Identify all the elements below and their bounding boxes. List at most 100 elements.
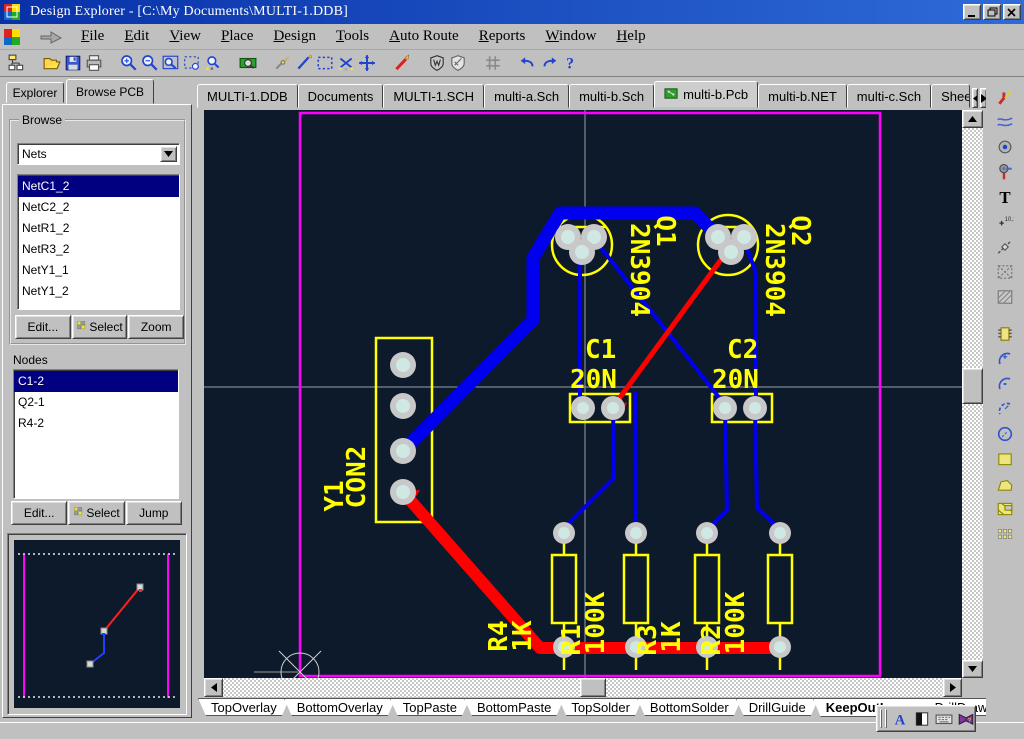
undo-icon[interactable] [517, 53, 538, 74]
pad[interactable] [625, 522, 647, 544]
label-c1-value[interactable]: 20N [570, 365, 617, 395]
node-item-R4-2[interactable]: R4-2 [14, 413, 178, 434]
menu-place[interactable]: Place [211, 26, 263, 47]
coordinate-icon[interactable]: 10,10 [992, 209, 1018, 234]
layer-tab-drillguide[interactable]: DrillGuide [736, 698, 819, 716]
label-c1-ref[interactable]: C1 [585, 335, 616, 365]
node-jump-button[interactable]: Jump [126, 501, 182, 525]
menu-view[interactable]: View [159, 26, 211, 47]
circle-icon[interactable] [992, 421, 1018, 446]
scroll-up-button[interactable] [962, 110, 983, 128]
doc-tab-multi-1.sch[interactable]: MULTI-1.SCH [383, 84, 484, 108]
label-r4-value[interactable]: 1K [508, 620, 538, 652]
doc-tab-documents[interactable]: Documents [298, 84, 384, 108]
doc-tab-multi-b.net[interactable]: multi-b.NET [758, 84, 847, 108]
toolbar-grip[interactable] [885, 709, 887, 728]
print-icon[interactable] [83, 53, 104, 74]
pad[interactable] [390, 438, 416, 464]
pad[interactable] [718, 239, 744, 265]
pad[interactable] [713, 396, 737, 420]
tab-explorer[interactable]: Explorer [6, 82, 64, 103]
doc-tab-multi-1.ddb[interactable]: MULTI-1.DDB [197, 84, 298, 108]
layer-tab-bottomoverlay[interactable]: BottomOverlay [284, 698, 396, 716]
menu-tools[interactable]: Tools [326, 26, 379, 47]
nets-listbox[interactable]: NetC1_2NetC2_2NetR1_2NetR3_2NetY1_1NetY1… [17, 174, 180, 310]
zoom-area-icon[interactable] [181, 53, 202, 74]
navigate-arrow-icon[interactable] [39, 30, 63, 44]
menu-design[interactable]: Design [263, 26, 326, 47]
highlight-pen-icon[interactable] [391, 53, 412, 74]
vertical-scrollbar[interactable] [962, 110, 983, 678]
close-button[interactable] [1003, 4, 1021, 20]
title-bar[interactable]: Design Explorer - [C:\My Documents\MULTI… [0, 0, 1024, 24]
pad[interactable] [390, 393, 416, 419]
pad[interactable] [769, 636, 791, 658]
zoom-in-icon[interactable] [118, 53, 139, 74]
browse-mode-select[interactable]: Nets [17, 143, 180, 165]
via-icon[interactable] [992, 159, 1018, 184]
line-tool-icon[interactable] [293, 53, 314, 74]
label-c2-value[interactable]: 20N [712, 365, 759, 395]
zoom-out-icon[interactable] [139, 53, 160, 74]
doc-tab-multi-b.pcb[interactable]: multi-b.Pcb [654, 81, 758, 108]
net-preview[interactable] [14, 540, 180, 708]
net-edit-button[interactable]: Edit... [15, 315, 71, 339]
label-r1-value[interactable]: 100K [581, 591, 611, 654]
layer-tab-topoverlay[interactable]: TopOverlay [198, 698, 290, 716]
array-icon[interactable] [992, 521, 1018, 546]
pcb-canvas[interactable]: Q1 2N3904 Q2 2N3904 C1 20N C2 20N Y1 CON… [204, 110, 964, 678]
keyboard-icon[interactable] [934, 709, 954, 729]
net-item-NetC2_2[interactable]: NetC2_2 [18, 197, 179, 218]
multitrack-icon[interactable] [992, 109, 1018, 134]
menu-reports[interactable]: Reports [469, 26, 536, 47]
menu-file[interactable]: File [71, 26, 114, 47]
label-r2-value[interactable]: 100K [721, 591, 751, 654]
open-folder-icon[interactable] [41, 53, 62, 74]
nodes-listbox[interactable]: C1-2Q2-1R4-2 [13, 369, 179, 499]
doc-tab-multi-b.sch[interactable]: multi-b.Sch [569, 84, 654, 108]
layer-tab-bottomsolder[interactable]: BottomSolder [637, 698, 742, 716]
hatch-plane-icon[interactable] [992, 284, 1018, 309]
pad[interactable] [390, 352, 416, 378]
component-icon[interactable] [992, 321, 1018, 346]
layer-tab-topsolder[interactable]: TopSolder [558, 698, 643, 716]
node-select-button[interactable]: Select [68, 501, 124, 525]
menu-auto-route[interactable]: Auto Route [379, 26, 469, 47]
scroll-left-button[interactable] [204, 678, 223, 697]
move-icon[interactable] [356, 53, 377, 74]
menu-edit[interactable]: Edit [114, 26, 159, 47]
net-select-button[interactable]: Select [72, 315, 128, 339]
font-icon[interactable]: A [890, 709, 910, 729]
zoom-window-icon[interactable] [160, 53, 181, 74]
doc-tab-multi-c.sch[interactable]: multi-c.Sch [847, 84, 931, 108]
polygon-icon[interactable] [992, 471, 1018, 496]
deselect-icon[interactable] [335, 53, 356, 74]
node-edit-button[interactable]: Edit... [11, 501, 67, 525]
pad[interactable] [769, 522, 791, 544]
pad[interactable] [696, 522, 718, 544]
zoom-point-icon[interactable] [202, 53, 223, 74]
cross-probe-icon[interactable] [237, 53, 258, 74]
help-icon[interactable]: ? [559, 53, 580, 74]
arc-center-icon[interactable] [992, 371, 1018, 396]
shield-apply-icon[interactable] [426, 53, 447, 74]
pad[interactable] [743, 396, 767, 420]
label-c2-ref[interactable]: C2 [727, 335, 758, 365]
menu-help[interactable]: Help [606, 26, 655, 47]
shield-clear-icon[interactable] [447, 53, 468, 74]
grid-icon[interactable] [482, 53, 503, 74]
arc-angle-icon[interactable] [992, 396, 1018, 421]
horizontal-scrollbar[interactable] [204, 678, 962, 697]
contrast-icon[interactable] [912, 709, 932, 729]
scroll-right-button[interactable] [943, 678, 962, 697]
arc-edge-icon[interactable] [992, 346, 1018, 371]
node-item-C1-2[interactable]: C1-2 [14, 371, 178, 392]
net-zoom-button[interactable]: Zoom [128, 315, 184, 339]
pad-icon[interactable] [992, 134, 1018, 159]
pad[interactable] [569, 239, 595, 265]
layer-tab-bottompaste[interactable]: BottomPaste [464, 698, 564, 716]
redo-icon[interactable] [538, 53, 559, 74]
net-item-NetC1_2[interactable]: NetC1_2 [18, 176, 179, 197]
explorer-toggle-icon[interactable] [6, 53, 27, 74]
string-icon[interactable]: T [992, 184, 1018, 209]
